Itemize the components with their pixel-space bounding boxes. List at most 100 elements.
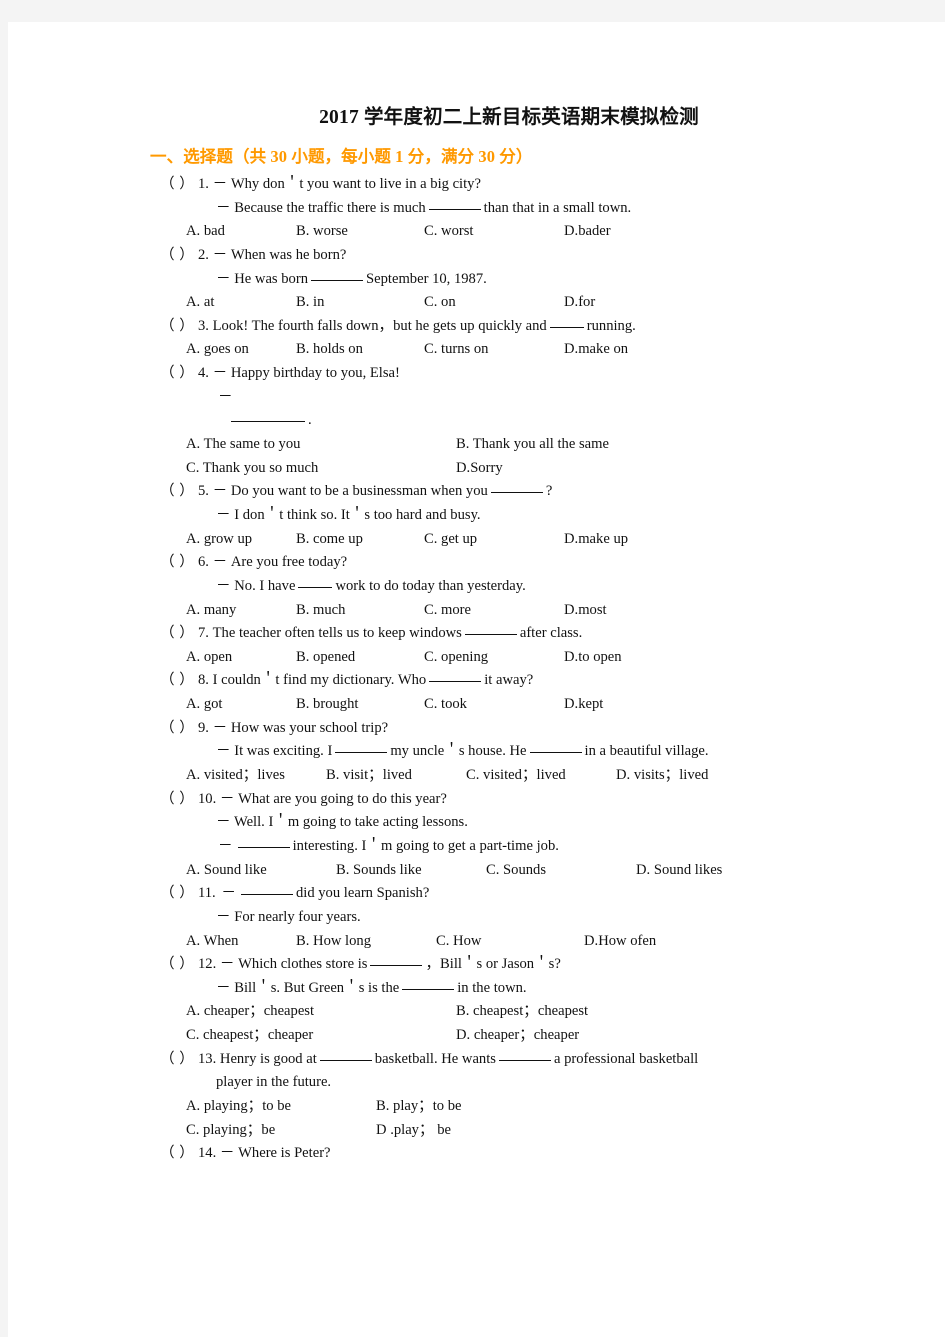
option-a[interactable]: A. grow up [186, 528, 296, 552]
option-d[interactable]: D.Sorry [456, 457, 503, 481]
question-text: － Are you free today? [212, 554, 348, 571]
answer-bracket-13[interactable]: （ ） [160, 1051, 194, 1067]
answer-blank[interactable] [335, 752, 388, 754]
option-d[interactable]: D. visits；lived [616, 764, 708, 788]
answer-bracket-1[interactable]: （ ） [160, 176, 194, 192]
option-a[interactable]: A. goes on [186, 338, 296, 362]
answer-bracket-6[interactable]: （ ） [160, 554, 194, 570]
option-d[interactable]: D .play； be [376, 1119, 451, 1143]
option-d[interactable]: D. Sound likes [636, 859, 722, 883]
answer-blank[interactable] [429, 681, 482, 683]
option-d[interactable]: D. cheaper；cheaper [456, 1024, 579, 1048]
option-c[interactable]: C. playing；be [186, 1119, 376, 1143]
option-a[interactable]: A. got [186, 693, 296, 717]
option-c[interactable]: C. How [436, 930, 584, 954]
option-d[interactable]: D.bader [564, 220, 611, 244]
option-a[interactable]: A. bad [186, 220, 296, 244]
question-stem: （ ） 3. Look! The fourth falls down，but h… [150, 315, 850, 339]
question-stem: （ ） 8. I couldn＇t find my dictionary. Wh… [150, 669, 850, 693]
option-c[interactable]: C. get up [424, 528, 564, 552]
answer-blank[interactable] [428, 208, 481, 210]
option-a[interactable]: A. visited；lives [186, 764, 326, 788]
question-number: 14. [198, 1145, 217, 1162]
option-d[interactable]: D.to open [564, 646, 622, 670]
option-b[interactable]: B. Thank you all the same [456, 433, 609, 457]
question-reply: － Because the traffic there is much than … [150, 197, 850, 221]
answer-blank[interactable] [240, 894, 293, 896]
option-a[interactable]: A. open [186, 646, 296, 670]
option-c[interactable]: C. Thank you so much [186, 457, 456, 481]
option-d[interactable]: D.most [564, 599, 607, 623]
answer-bracket-11[interactable]: （ ） [160, 885, 194, 901]
answer-bracket-9[interactable]: （ ） [160, 720, 194, 736]
option-c[interactable]: C. took [424, 693, 564, 717]
answer-blank[interactable] [490, 492, 543, 494]
option-b[interactable]: B. visit；lived [326, 764, 466, 788]
question-text-post: a professional basketball [553, 1050, 699, 1067]
option-b[interactable]: B. in [296, 291, 424, 315]
option-d[interactable]: D.kept [564, 693, 603, 717]
answer-blank[interactable] [311, 279, 364, 281]
option-a[interactable]: A. Sound like [186, 859, 336, 883]
option-c[interactable]: C. on [424, 291, 564, 315]
option-b[interactable]: B. play；to be [376, 1095, 462, 1119]
option-b[interactable]: B. Sounds like [336, 859, 486, 883]
option-a[interactable]: A. The same to you [186, 433, 456, 457]
question-text: － Why don＇t you want to live in a big ci… [212, 176, 481, 192]
option-c[interactable]: C. opening [424, 646, 564, 670]
option-b[interactable]: B. opened [296, 646, 424, 670]
option-c[interactable]: C. Sounds [486, 859, 636, 883]
question-stem: （ ） 13. Henry is good at basketball. He w… [150, 1048, 850, 1072]
option-b[interactable]: B. holds on [296, 338, 424, 362]
answer-blank[interactable] [319, 1059, 372, 1061]
option-d[interactable]: D.make on [564, 338, 628, 362]
option-c[interactable]: C. more [424, 599, 564, 623]
option-row: A. at B. in C. on D.for [150, 291, 850, 315]
answer-blank[interactable] [549, 326, 584, 328]
option-c[interactable]: C. cheapest；cheaper [186, 1024, 456, 1048]
option-a[interactable]: A. cheaper；cheapest [186, 1000, 456, 1024]
answer-blank[interactable] [231, 421, 305, 423]
option-a[interactable]: A. When [186, 930, 296, 954]
answer-blank[interactable] [298, 586, 333, 588]
answer-bracket-10[interactable]: （ ） [160, 791, 194, 807]
answer-blank[interactable] [498, 1059, 551, 1061]
question-text-mid: basketball. He wants [374, 1050, 496, 1067]
answer-bracket-5[interactable]: （ ） [160, 483, 194, 499]
answer-blank[interactable] [370, 965, 423, 967]
answer-bracket-4[interactable]: （ ） [160, 365, 194, 381]
question-reply: － No. I have work to do today than yester… [150, 575, 850, 599]
question-stem: （ ） 6. － Are you free today? [150, 551, 850, 575]
option-a[interactable]: A. at [186, 291, 296, 315]
answer-bracket-14[interactable]: （ ） [160, 1145, 194, 1161]
answer-bracket-3[interactable]: （ ） [160, 318, 194, 334]
question-number: 8. [198, 672, 209, 689]
option-a[interactable]: A. playing；to be [186, 1095, 376, 1119]
option-b[interactable]: B. come up [296, 528, 424, 552]
answer-bracket-7[interactable]: （ ） [160, 625, 194, 641]
question-reply: － I don＇t think so. It＇s too hard and bu… [150, 504, 850, 528]
option-c[interactable]: C. worst [424, 220, 564, 244]
question-reply-second: － interesting. I＇m going to get a part-ti… [150, 835, 850, 859]
answer-blank[interactable] [464, 634, 517, 636]
answer-blank[interactable] [402, 988, 455, 990]
option-c[interactable]: C. visited；lived [466, 764, 616, 788]
option-a[interactable]: A. many [186, 599, 296, 623]
option-row: C. playing；be D .play； be [150, 1119, 850, 1143]
option-d[interactable]: D.for [564, 291, 595, 315]
option-b[interactable]: B. cheapest；cheapest [456, 1000, 588, 1024]
answer-bracket-8[interactable]: （ ） [160, 672, 194, 688]
answer-blank[interactable] [237, 846, 290, 848]
option-b[interactable]: B. much [296, 599, 424, 623]
answer-bracket-12[interactable]: （ ） [160, 956, 194, 972]
option-d[interactable]: D.make up [564, 528, 628, 552]
option-b[interactable]: B. brought [296, 693, 424, 717]
answer-bracket-2[interactable]: （ ） [160, 247, 194, 263]
option-b[interactable]: B. How long [296, 930, 436, 954]
option-b[interactable]: B. worse [296, 220, 424, 244]
answer-blank[interactable] [529, 752, 582, 754]
reply-text-post: in a beautiful village. [584, 743, 709, 760]
reply-text: － I don＇t think so. It＇s too hard and bu… [216, 506, 481, 523]
option-c[interactable]: C. turns on [424, 338, 564, 362]
option-d[interactable]: D.How ofen [584, 930, 656, 954]
